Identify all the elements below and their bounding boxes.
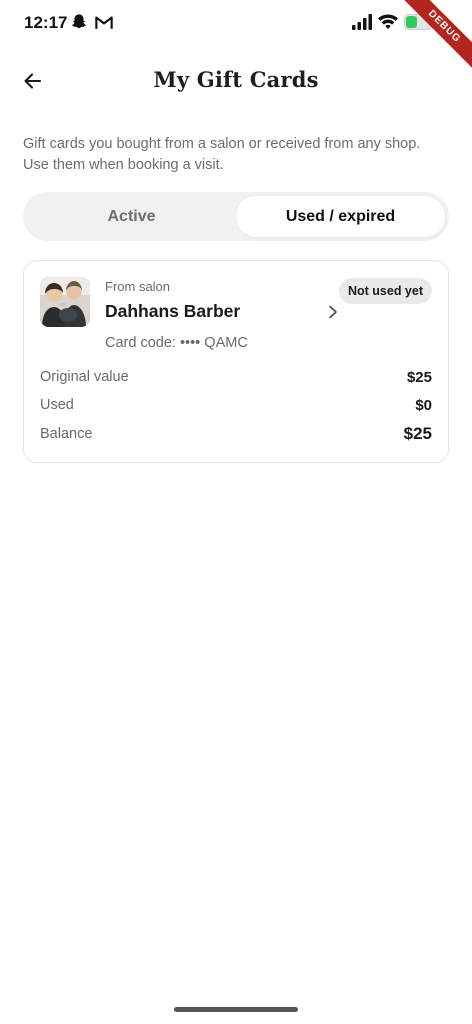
salon-name[interactable]: Dahhans Barber <box>105 301 240 322</box>
gift-card-filter-tabs: Active Used / expired <box>23 192 449 241</box>
card-code: Card code: •••• QAMC <box>105 335 248 351</box>
used-row: Used $0 <box>40 397 432 419</box>
used-amount: $0 <box>415 397 432 414</box>
original-value-amount: $25 <box>406 369 432 386</box>
balance-amount: $25 <box>403 424 432 443</box>
used-label: Used <box>40 397 74 413</box>
status-bar: 12:17 DEBUG <box>0 0 472 73</box>
status-time: 12:17 <box>24 13 68 32</box>
balance-label: Balance <box>40 426 93 442</box>
gift-card[interactable]: From salon Dahhans Barber Not used yet C… <box>23 260 449 463</box>
gmail-icon <box>95 16 113 29</box>
page-description: Gift cards you bought from a salon or re… <box>23 136 421 173</box>
tab-active[interactable]: Active <box>27 196 236 237</box>
app-bar: My Gift Cards <box>0 56 472 104</box>
tab-used-expired[interactable]: Used / expired <box>236 196 445 237</box>
original-value-label: Original value <box>40 369 129 385</box>
home-indicator[interactable] <box>174 1007 298 1012</box>
original-value-row: Original value $25 <box>40 369 432 391</box>
wifi-icon <box>378 14 398 29</box>
from-salon-label: From salon <box>105 279 171 294</box>
status-badge: Not used yet <box>338 278 432 304</box>
gift-cards-screen: 12:17 DEBUG My Gift Cards Gift cards you… <box>0 0 472 1024</box>
salon-photo <box>40 277 90 327</box>
page-title: My Gift Cards <box>153 67 319 92</box>
signal-icon <box>352 14 372 30</box>
balance-row: Balance $25 <box>40 424 432 448</box>
snapchat-icon <box>71 14 87 29</box>
chevron-right-icon[interactable] <box>326 304 340 320</box>
